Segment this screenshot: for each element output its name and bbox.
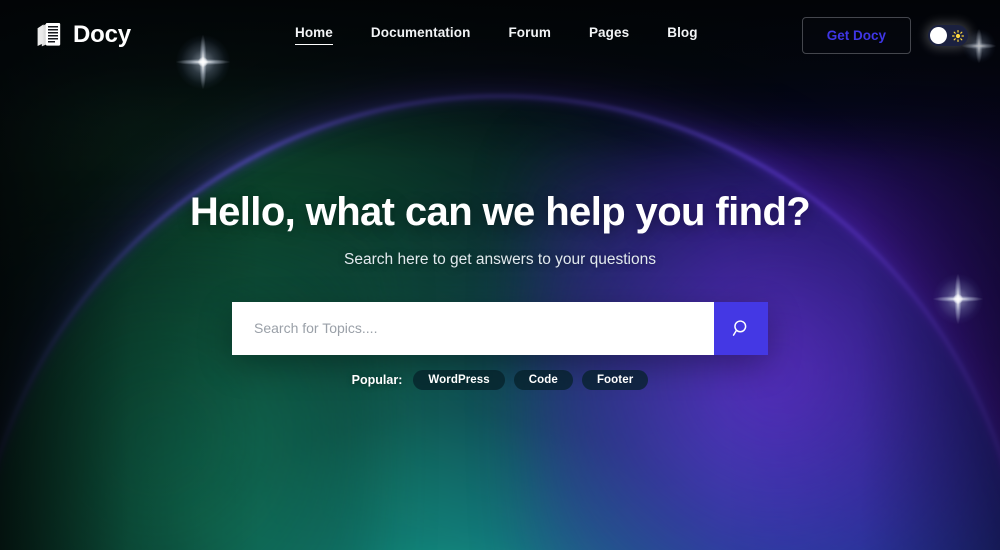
site-header: Docy Home Documentation Forum Pages Blog… (0, 0, 1000, 70)
page-title: Hello, what can we help you find? (189, 190, 811, 234)
brand-logo[interactable]: Docy (34, 20, 131, 50)
get-docy-button[interactable]: Get Docy (801, 16, 911, 54)
nav-item-blog[interactable]: Blog (667, 25, 697, 45)
search-input[interactable] (232, 301, 714, 355)
main-nav: Home Documentation Forum Pages Blog (235, 25, 698, 45)
toggle-knob (930, 26, 947, 44)
theme-toggle[interactable] (928, 24, 968, 46)
search-form (232, 301, 768, 355)
search-button[interactable] (714, 301, 768, 355)
nav-item-documentation[interactable]: Documentation (371, 25, 471, 45)
nav-item-forum[interactable]: Forum (508, 25, 551, 45)
nav-item-pages[interactable]: Pages (589, 25, 629, 45)
popular-label: Popular: (351, 372, 403, 387)
sun-icon (952, 29, 964, 42)
popular-tag-code[interactable]: Code (513, 369, 573, 390)
brand-name: Docy (73, 21, 131, 48)
popular-tag-wordpress[interactable]: WordPress (413, 369, 505, 390)
popular-tag-footer[interactable]: Footer (581, 369, 649, 390)
hero-subtitle: Search here to get answers to your quest… (344, 250, 656, 268)
search-icon (731, 318, 752, 339)
header-actions: Get Docy (801, 16, 968, 54)
nav-item-home[interactable]: Home (294, 25, 333, 45)
page-root: Docy Home Documentation Forum Pages Blog… (0, 0, 1000, 550)
popular-tags: Popular: WordPress Code Footer (351, 369, 649, 390)
documents-stack-icon (34, 20, 64, 50)
